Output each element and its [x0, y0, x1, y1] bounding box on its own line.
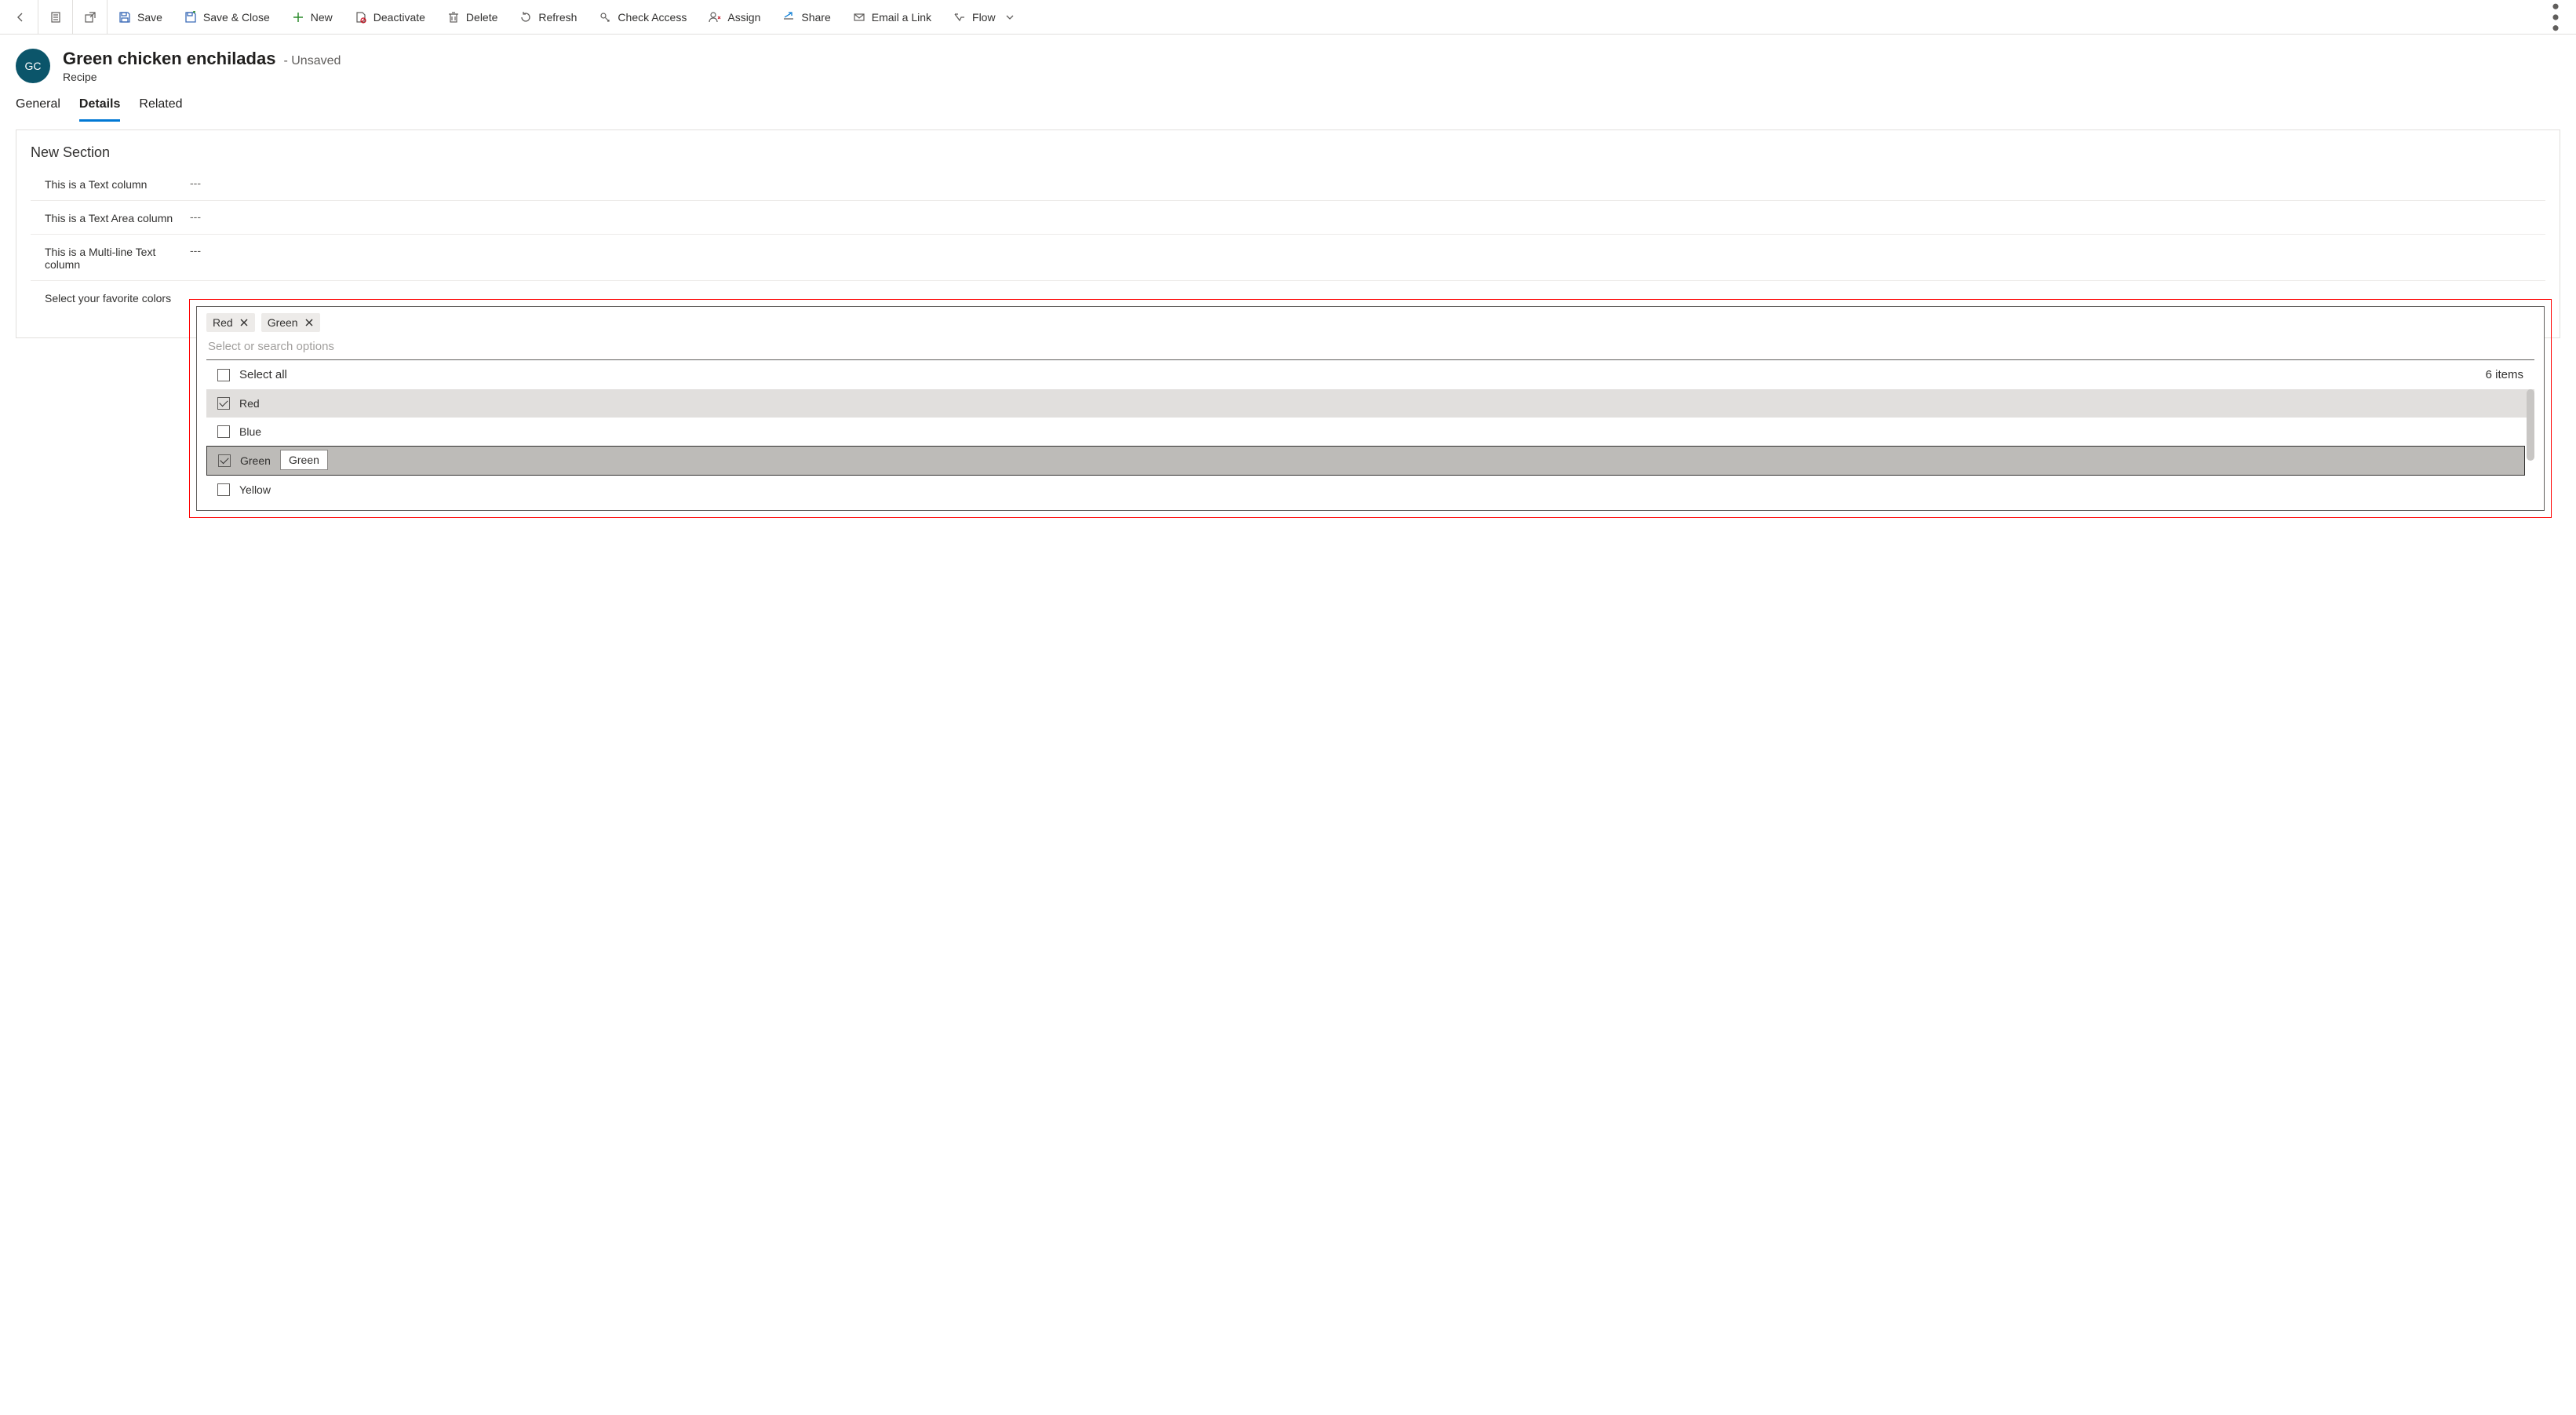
- tab-related[interactable]: Related: [139, 97, 182, 122]
- option-yellow[interactable]: Yellow: [206, 476, 2534, 504]
- chip-label: Green: [268, 316, 298, 329]
- deactivate-label: Deactivate: [373, 11, 425, 24]
- save-label: Save: [137, 11, 162, 24]
- record-header: GC Green chicken enchiladas - Unsaved Re…: [0, 35, 2576, 89]
- refresh-button[interactable]: Refresh: [508, 0, 588, 34]
- overflow-button[interactable]: [2538, 0, 2573, 34]
- select-all-option[interactable]: Select all: [217, 368, 287, 381]
- avatar: GC: [16, 49, 50, 83]
- chip-green: Green: [261, 313, 320, 332]
- option-red[interactable]: Red: [206, 389, 2534, 418]
- entity-name: Recipe: [63, 71, 341, 83]
- tab-general[interactable]: General: [16, 97, 60, 122]
- command-bar: Save Save & Close New Deactivate Delete …: [0, 0, 2576, 35]
- option-green[interactable]: Green: [206, 446, 2525, 476]
- option-label: Green: [240, 454, 271, 467]
- command-bar-actions: Save Save & Close New Deactivate Delete …: [107, 0, 2538, 34]
- form-tabs: General Details Related: [0, 89, 2576, 122]
- save-close-label: Save & Close: [203, 11, 270, 24]
- deactivate-button[interactable]: Deactivate: [344, 0, 436, 34]
- new-button[interactable]: New: [281, 0, 344, 34]
- option-checkbox[interactable]: [217, 425, 230, 438]
- back-arrow-icon: [14, 11, 27, 24]
- save-button[interactable]: Save: [107, 0, 173, 34]
- chevron-down-icon: [1005, 13, 1015, 22]
- email-icon: [853, 11, 865, 24]
- flow-label: Flow: [972, 11, 996, 24]
- chip-red: Red: [206, 313, 255, 332]
- field-label: This is a Text column: [45, 177, 190, 191]
- multiselect-control[interactable]: Red Green Select or search options Selec…: [196, 306, 2545, 511]
- delete-icon: [447, 11, 460, 24]
- option-checkbox[interactable]: [217, 483, 230, 496]
- delete-label: Delete: [466, 11, 497, 24]
- share-icon: [782, 11, 795, 24]
- form-icon: [49, 11, 62, 24]
- option-label: Blue: [239, 425, 261, 438]
- form-selector-button[interactable]: [38, 0, 72, 34]
- back-button[interactable]: [3, 0, 38, 34]
- check-access-button[interactable]: Check Access: [588, 0, 698, 34]
- page-title: Green chicken enchiladas: [63, 49, 275, 69]
- assign-button[interactable]: Assign: [698, 0, 771, 34]
- flow-icon: [953, 11, 966, 24]
- new-label: New: [311, 11, 333, 24]
- share-button[interactable]: Share: [771, 0, 841, 34]
- popout-icon: [84, 11, 97, 24]
- check-access-icon: [599, 11, 611, 24]
- form-section: New Section This is a Text column --- Th…: [16, 129, 2560, 338]
- option-label: Red: [239, 397, 260, 410]
- selected-chips: Red Green: [206, 313, 2534, 332]
- save-status: - Unsaved: [283, 54, 341, 68]
- delete-button[interactable]: Delete: [436, 0, 508, 34]
- option-tooltip: Green: [280, 450, 328, 470]
- field-row: This is a Text Area column ---: [31, 201, 2545, 235]
- multiselect-dropdown: Select all 6 items Red Blue Gre: [206, 359, 2534, 504]
- select-all-checkbox[interactable]: [217, 369, 230, 381]
- refresh-icon: [519, 11, 532, 24]
- dropdown-scrollbar[interactable]: [2527, 389, 2534, 461]
- option-checkbox[interactable]: [217, 397, 230, 410]
- field-row: This is a Text column ---: [31, 167, 2545, 201]
- tab-details[interactable]: Details: [79, 97, 120, 122]
- option-label: Yellow: [239, 483, 271, 496]
- items-count: 6 items: [2486, 368, 2523, 381]
- select-all-label: Select all: [239, 368, 287, 381]
- field-label: This is a Text Area column: [45, 210, 190, 224]
- plus-icon: [292, 11, 304, 24]
- field-row: This is a Multi-line Text column ---: [31, 235, 2545, 281]
- share-label: Share: [801, 11, 830, 24]
- section-title: New Section: [16, 141, 2560, 167]
- email-link-label: Email a Link: [872, 11, 931, 24]
- field-value[interactable]: ---: [190, 177, 2531, 189]
- more-vertical-icon: [2538, 0, 2573, 35]
- field-label: This is a Multi-line Text column: [45, 244, 190, 271]
- remove-chip-icon[interactable]: [239, 318, 249, 327]
- multiselect-callout: Red Green Select or search options Selec…: [189, 299, 2552, 518]
- option-checkbox[interactable]: [218, 454, 231, 467]
- chip-label: Red: [213, 316, 233, 329]
- popout-button[interactable]: [72, 0, 107, 34]
- field-value[interactable]: ---: [190, 244, 2531, 257]
- save-icon: [118, 11, 131, 24]
- refresh-label: Refresh: [538, 11, 577, 24]
- option-blue[interactable]: Blue: [206, 418, 2534, 446]
- dropdown-options: Red Blue Green Yellow Green: [206, 389, 2534, 504]
- deactivate-icon: [355, 11, 367, 24]
- email-link-button[interactable]: Email a Link: [842, 0, 942, 34]
- assign-label: Assign: [727, 11, 760, 24]
- save-close-icon: [184, 11, 197, 24]
- flow-button[interactable]: Flow: [942, 0, 1026, 34]
- field-label: Select your favorite colors: [45, 290, 190, 305]
- field-value[interactable]: ---: [190, 210, 2531, 223]
- assign-icon: [709, 11, 721, 24]
- multiselect-search-input[interactable]: Select or search options: [206, 338, 2534, 356]
- dropdown-header: Select all 6 items: [206, 360, 2534, 389]
- command-bar-nav: [3, 0, 107, 34]
- remove-chip-icon[interactable]: [304, 318, 314, 327]
- save-close-button[interactable]: Save & Close: [173, 0, 281, 34]
- check-access-label: Check Access: [618, 11, 687, 24]
- header-titles: Green chicken enchiladas - Unsaved Recip…: [63, 49, 341, 83]
